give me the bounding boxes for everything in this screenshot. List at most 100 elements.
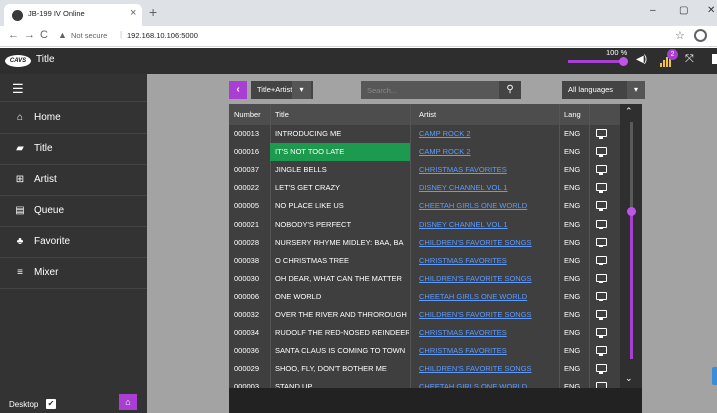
menu-toggle[interactable]: ☰ — [0, 76, 147, 102]
table-row[interactable]: 000006 ONE WORLD CHEETAH GIRLS ONE WORLD EN… — [229, 288, 620, 306]
table-row[interactable]: 000032 OVER THE RIVER AND THROROUGH CHILDR… — [229, 306, 620, 324]
table-row[interactable]: 000016 IT'S NOT TOO LATE CAMP ROCK 2 ENG — [229, 143, 620, 162]
warning-icon[interactable]: ▲ — [58, 30, 67, 40]
close-window-button[interactable]: ✕ — [707, 5, 715, 16]
volume-slider[interactable] — [568, 60, 624, 63]
monitor-icon[interactable] — [596, 273, 607, 284]
speaker-icon[interactable]: ◀) — [636, 54, 647, 65]
sidebar-item-queue[interactable]: ▤ Queue — [0, 196, 147, 227]
song-artist-link[interactable]: CHILDREN'S FAVORITE SONGS — [419, 364, 557, 373]
song-artist-link[interactable]: DISNEY CHANNEL VOL 1 — [419, 220, 557, 229]
song-artist-link[interactable]: CHRISTMAS FAVORITES — [419, 346, 557, 355]
fullscreen-icon[interactable]: ⤧ — [685, 53, 694, 66]
monitor-icon[interactable] — [596, 255, 607, 266]
table-row[interactable]: 000028 NURSERY RHYME MIDLEY: BAA, BA CHILD… — [229, 234, 620, 252]
column-header-title[interactable]: Title — [275, 110, 289, 119]
desktop-mode-checkbox[interactable]: ✔ — [46, 399, 56, 409]
song-artist-link[interactable]: CHILDREN'S FAVORITE SONGS — [419, 274, 557, 283]
table-row[interactable]: 000037 JINGLE BELLS CHRISTMAS FAVORITES ENG — [229, 161, 620, 179]
monitor-icon[interactable] — [596, 219, 607, 229]
minimize-button[interactable]: – — [650, 5, 656, 16]
scroll-down-icon[interactable]: ⌄ — [625, 373, 633, 384]
column-header-artist[interactable]: Artist — [419, 110, 436, 119]
song-number: 000005 — [234, 201, 260, 211]
reload-icon[interactable]: C — [40, 29, 48, 41]
table-row[interactable]: 000003 STAND UP CHEETAH GIRLS ONE WORLD ENG — [229, 378, 620, 388]
song-title: ONE WORLD — [275, 291, 322, 301]
side-widget-tab[interactable] — [712, 367, 717, 385]
monitor-icon[interactable] — [596, 147, 607, 157]
monitor-icon[interactable] — [596, 129, 607, 139]
column-header-lang[interactable]: Lang — [564, 110, 581, 119]
song-artist-link[interactable]: CHRISTMAS FAVORITES — [419, 328, 557, 337]
monitor-icon[interactable] — [596, 165, 607, 175]
language-select[interactable]: All languages — [562, 81, 627, 99]
sidebar-item-artist[interactable]: ⊞ Artist — [0, 165, 147, 196]
table-row[interactable]: 000021 NOBODY'S PERFECT DISNEY CHANNEL VOL… — [229, 216, 620, 234]
song-language: ENG — [564, 255, 581, 265]
forward-arrow-icon[interactable]: → — [24, 29, 35, 41]
sliders-icon: ≡ — [17, 267, 23, 278]
song-artist-link[interactable]: CHRISTMAS FAVORITES — [419, 256, 557, 265]
monitor-icon[interactable] — [596, 183, 607, 193]
table-row[interactable]: 000029 SHOO, FLY, DON'T BOTHER ME CHILDREN… — [229, 360, 620, 378]
bookmark-star-icon[interactable]: ☆ — [675, 29, 685, 42]
monitor-icon[interactable] — [596, 346, 607, 356]
song-artist-link[interactable]: CHILDREN'S FAVORITE SONGS — [419, 310, 557, 319]
table-row[interactable]: 000005 NO PLACE LIKE US CHEETAH GIRLS ONE … — [229, 197, 620, 215]
monitor-icon[interactable] — [596, 237, 607, 248]
more-icon[interactable] — [712, 54, 717, 64]
monitor-icon[interactable] — [596, 364, 607, 374]
monitor-icon[interactable] — [596, 310, 607, 320]
url-separator: | — [120, 30, 123, 39]
sidebar-item-label: Home — [34, 112, 61, 123]
song-language: ENG — [564, 328, 581, 338]
table-row[interactable]: 000013 INTRODUCING ME CAMP ROCK 2 ENG — [229, 125, 620, 143]
back-button[interactable]: ‹ — [229, 81, 247, 99]
sidebar-item-mixer[interactable]: ≡ Mixer — [0, 258, 147, 289]
profile-icon[interactable] — [694, 29, 707, 42]
song-number: 000034 — [234, 328, 260, 338]
url-field[interactable]: 192.168.10.106:5000 — [127, 31, 198, 40]
browser-tab-strip: JB-199 IV Online × + – ▢ ✕ — [0, 0, 717, 26]
table-row[interactable]: 000030 OH DEAR, WHAT CAN THE MATTER CHILDR… — [229, 270, 620, 288]
maximize-button[interactable]: ▢ — [679, 5, 688, 16]
sidebar-item-label: Mixer — [34, 267, 59, 278]
sidebar-item-favorite[interactable]: ♣ Favorite — [0, 227, 147, 258]
song-artist-link[interactable]: CAMP ROCK 2 — [419, 129, 557, 138]
scroll-track-upper[interactable] — [630, 122, 633, 210]
song-artist-link[interactable]: DISNEY CHANNEL VOL 1 — [419, 183, 557, 192]
song-number: 000021 — [234, 219, 260, 229]
search-icon[interactable]: ⚲ — [499, 81, 521, 99]
users-icon: ♣ — [16, 236, 24, 247]
back-arrow-icon[interactable]: ← — [8, 29, 19, 41]
new-tab-button[interactable]: + — [149, 4, 157, 20]
tab-close-icon[interactable]: × — [130, 7, 136, 19]
volume-percent: 100 % — [606, 48, 628, 57]
monitor-icon[interactable] — [596, 328, 607, 338]
home-button[interactable]: ⌂ — [119, 394, 137, 410]
browser-tab[interactable]: JB-199 IV Online × — [4, 4, 142, 26]
song-artist-link[interactable]: CAMP ROCK 2 — [419, 147, 557, 156]
song-artist-link[interactable]: CHILDREN'S FAVORITE SONGS — [419, 238, 557, 247]
scroll-up-icon[interactable]: ⌃ — [625, 106, 633, 117]
chevron-down-icon[interactable]: ▾ — [627, 81, 645, 99]
sidebar-item-title[interactable]: ▰ Title — [0, 134, 147, 165]
monitor-icon[interactable] — [596, 201, 607, 211]
not-secure-label[interactable]: Not secure — [71, 31, 107, 40]
table-row[interactable]: 000034 RUDOLF THE RED-NOSED REINDEER CHRIS… — [229, 324, 620, 342]
song-artist-link[interactable]: CHRISTMAS FAVORITES — [419, 165, 557, 174]
monitor-icon[interactable] — [596, 291, 607, 302]
volume-slider-handle[interactable] — [619, 57, 628, 66]
table-row[interactable]: 000022 LET'S GET CRAZY DISNEY CHANNEL VOL … — [229, 179, 620, 197]
song-artist-link[interactable]: CHEETAH GIRLS ONE WORLD — [419, 201, 557, 210]
song-artist-link[interactable]: CHEETAH GIRLS ONE WORLD — [419, 292, 557, 301]
search-input[interactable] — [361, 81, 499, 99]
table-row[interactable]: 000038 O CHRISTMAS TREE CHRISTMAS FAVORITE… — [229, 252, 620, 270]
sidebar-item-home[interactable]: ⌂ Home — [0, 103, 147, 134]
chevron-down-icon[interactable]: ▾ — [292, 81, 311, 99]
hamburger-icon[interactable]: ☰ — [12, 81, 24, 97]
scroll-thumb[interactable] — [627, 207, 636, 216]
column-header-number[interactable]: Number — [234, 110, 261, 119]
table-row[interactable]: 000036 SANTA CLAUS IS COMING TO TOWN CHRIS… — [229, 342, 620, 360]
